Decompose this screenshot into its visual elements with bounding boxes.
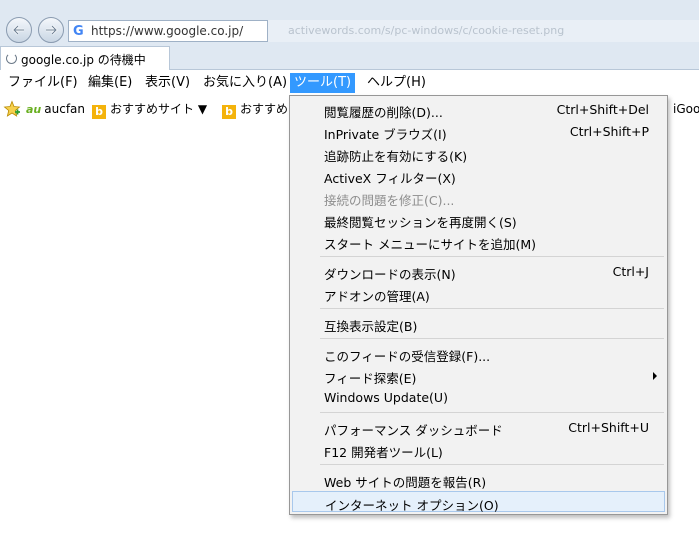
ghost-url-text: activewords.com/s/pc-windows/c/cookie-re… — [288, 24, 565, 37]
aucfan-logo-icon: au — [26, 103, 42, 116]
menu-tools[interactable]: ツール(T) — [290, 73, 356, 93]
menu-item-label: ダウンロードの表示(N) — [324, 267, 456, 282]
menu-item-delete-history[interactable]: 閲覧履歴の削除(D)... Ctrl+Shift+Del — [292, 99, 665, 120]
menu-item-feed-discovery[interactable]: フィード探索(E) — [292, 365, 665, 386]
tab-title: google.co.jp の待機中 — [21, 53, 146, 67]
menu-separator — [320, 308, 664, 309]
address-url: https://www.google.co.jp/ — [91, 24, 244, 38]
menu-item-label: 追跡防止を有効にする(K) — [324, 149, 468, 164]
fav-igoogle-label: iGoo — [673, 102, 699, 116]
menu-edit[interactable]: 編集(E) — [84, 73, 136, 93]
menu-item-shortcut: Ctrl+Shift+Del — [556, 102, 649, 117]
fav-recommended-2[interactable]: b おすすめ — [222, 100, 289, 119]
menu-item-label: Windows Update(U) — [324, 390, 448, 405]
bing-icon: b — [222, 105, 236, 119]
menu-item-label: 最終閲覧セッションを再度開く(S) — [324, 215, 517, 230]
address-overlay-text: activewords.com/s/pc-windows/c/cookie-re… — [268, 20, 699, 42]
menu-item-view-downloads[interactable]: ダウンロードの表示(N) Ctrl+J — [292, 261, 665, 282]
menu-item-activex-filter[interactable]: ActiveX フィルター(X) — [292, 165, 665, 186]
menu-item-compat-view[interactable]: 互換表示設定(B) — [292, 313, 665, 334]
menu-item-label: アドオンの管理(A) — [324, 289, 430, 304]
fav-recommended-2-label: おすすめ — [240, 102, 289, 116]
menu-item-label: スタート メニューにサイトを追加(M) — [324, 237, 537, 252]
favorites-star-icon[interactable] — [3, 100, 21, 118]
menu-item-f12-devtools[interactable]: F12 開発者ツール(L) — [292, 439, 665, 460]
menu-view[interactable]: 表示(V) — [141, 73, 194, 93]
menu-item-windows-update[interactable]: Windows Update(U) — [292, 387, 665, 408]
fav-aucfan-label: aucfan — [44, 102, 86, 116]
menu-item-shortcut: Ctrl+J — [612, 264, 649, 279]
arrow-left-icon — [12, 25, 24, 35]
loading-spinner-icon — [6, 53, 17, 64]
google-favicon-icon: G — [73, 24, 84, 39]
menu-item-shortcut: Ctrl+Shift+P — [569, 124, 649, 139]
menu-item-internet-options[interactable]: インターネット オプション(O) — [292, 491, 665, 513]
fav-recommended-sites[interactable]: b おすすめサイト ▼ — [92, 100, 208, 119]
fav-igoogle[interactable]: iGoo — [673, 100, 699, 118]
menu-item-label: F12 開発者ツール(L) — [324, 445, 443, 460]
submenu-arrow-icon — [653, 372, 657, 380]
menu-favorites[interactable]: お気に入り(A) — [199, 73, 291, 93]
tab-strip: google.co.jp の待機中 — [0, 46, 699, 70]
menu-item-label: InPrivate ブラウズ(I) — [324, 127, 447, 142]
bing-icon: b — [92, 105, 106, 119]
menu-item-report-site-problem[interactable]: Web サイトの問題を報告(R) — [292, 469, 665, 490]
menu-item-subscribe-feed[interactable]: このフィードの受信登録(F)... — [292, 343, 665, 364]
tab-active[interactable]: google.co.jp の待機中 — [0, 46, 170, 70]
menu-item-label: このフィードの受信登録(F)... — [324, 349, 491, 364]
menu-separator — [320, 338, 664, 339]
menu-item-label: フィード探索(E) — [324, 371, 417, 386]
menu-item-manage-addons[interactable]: アドオンの管理(A) — [292, 283, 665, 304]
address-input[interactable]: G https://www.google.co.jp/ — [68, 20, 268, 42]
menu-help[interactable]: ヘルプ(H) — [363, 73, 430, 93]
menu-separator — [320, 256, 664, 257]
menu-item-fix-connection: 接続の問題を修正(C)... — [292, 187, 665, 208]
arrow-right-icon — [46, 25, 58, 35]
forward-button[interactable] — [38, 17, 64, 43]
menu-item-label: インターネット オプション(O) — [325, 498, 499, 513]
menu-item-reopen-session[interactable]: 最終閲覧セッションを再度開く(S) — [292, 209, 665, 230]
menu-item-label: 接続の問題を修正(C)... — [324, 193, 455, 208]
menu-item-tracking-protection[interactable]: 追跡防止を有効にする(K) — [292, 143, 665, 164]
fav-recommended-label: おすすめサイト ▼ — [110, 102, 208, 116]
menu-item-label: 互換表示設定(B) — [324, 319, 418, 334]
menu-item-label: 閲覧履歴の削除(D)... — [324, 105, 443, 120]
menu-item-add-to-start[interactable]: スタート メニューにサイトを追加(M) — [292, 231, 665, 252]
menu-item-shortcut: Ctrl+Shift+U — [568, 420, 649, 435]
menu-separator — [320, 464, 664, 465]
menu-bar: ファイル(F) 編集(E) 表示(V) お気に入り(A) ツール(T) ヘルプ(… — [0, 70, 699, 96]
menu-item-label: ActiveX フィルター(X) — [324, 171, 456, 186]
tools-dropdown-menu: 閲覧履歴の削除(D)... Ctrl+Shift+Del InPrivate ブ… — [289, 95, 668, 515]
menu-item-label: パフォーマンス ダッシュボード — [324, 423, 503, 438]
menu-item-label: Web サイトの問題を報告(R) — [324, 475, 487, 490]
fav-aucfan[interactable]: au aucfan — [26, 100, 85, 118]
menu-file[interactable]: ファイル(F) — [4, 73, 82, 93]
back-button[interactable] — [6, 17, 32, 43]
address-bar-area: G https://www.google.co.jp/ activewords.… — [0, 0, 699, 46]
menu-separator — [320, 412, 664, 413]
menu-item-performance-dashboard[interactable]: パフォーマンス ダッシュボード Ctrl+Shift+U — [292, 417, 665, 438]
menu-item-inprivate[interactable]: InPrivate ブラウズ(I) Ctrl+Shift+P — [292, 121, 665, 142]
